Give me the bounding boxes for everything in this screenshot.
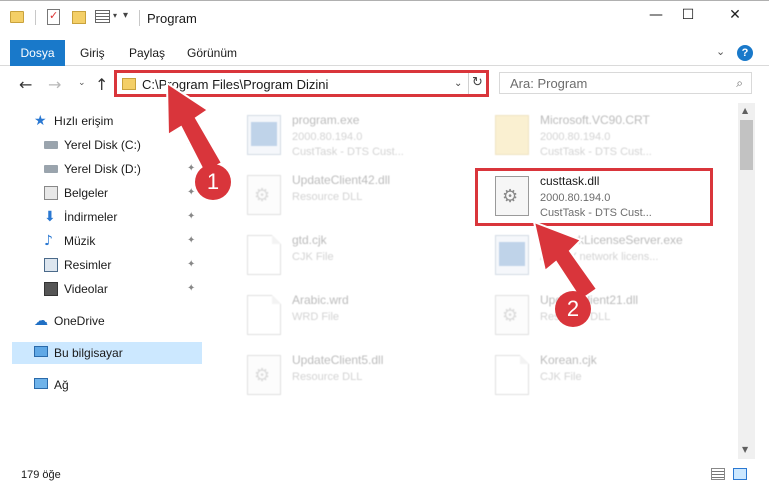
step-badge-2: 2 — [555, 291, 591, 327]
step-badge-1: 1 — [195, 164, 231, 200]
arrow-1-icon — [165, 81, 224, 174]
arrow-2-icon — [532, 220, 599, 302]
annotation-arrows — [165, 81, 599, 302]
